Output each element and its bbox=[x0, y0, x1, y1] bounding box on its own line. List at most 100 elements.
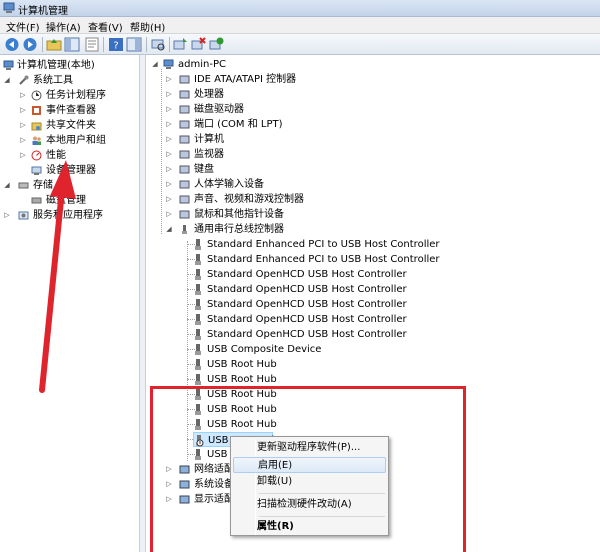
tree-item-performance[interactable]: ▷ 性能 bbox=[19, 148, 139, 163]
hid-icon bbox=[179, 180, 190, 189]
expand-arrow-icon[interactable]: ▷ bbox=[165, 147, 173, 162]
menu-view[interactable]: 查看(V) bbox=[88, 19, 123, 34]
device-category-sound[interactable]: ▷ 声音、视频和游戏控制器 bbox=[165, 192, 365, 207]
forward-icon[interactable] bbox=[22, 37, 38, 52]
expand-arrow-icon[interactable]: ▷ bbox=[19, 133, 27, 148]
device-category-disk-drive[interactable]: ▷ 磁盘驱动器 bbox=[165, 102, 365, 117]
menu-properties[interactable]: 属性(R) bbox=[233, 519, 386, 535]
tree-item-device-manager[interactable]: 设备管理器 bbox=[31, 163, 101, 178]
context-menu-separator bbox=[259, 516, 385, 517]
pane-splitter[interactable] bbox=[140, 55, 146, 552]
usb-device-label: Standard Enhanced PCI to USB Host Contro… bbox=[207, 254, 440, 265]
ide-controller-icon bbox=[179, 75, 190, 84]
navigation-tree: 计算机管理(本地) ◢ 系统工具 ▷ 任务计划程序 ▷ 事件查看器 ▷ 共享文件… bbox=[0, 55, 140, 552]
device-category-computer[interactable]: ▷ 计算机 bbox=[165, 132, 365, 147]
device-root[interactable]: ◢ admin-PC bbox=[151, 57, 271, 72]
usb-device-row[interactable]: USB Root Hub bbox=[193, 372, 413, 387]
usb-device-icon bbox=[195, 284, 201, 295]
usb-device-row[interactable]: Standard OpenHCD USB Host Controller bbox=[193, 312, 413, 327]
back-icon[interactable] bbox=[4, 37, 20, 52]
device-category-label: 键盘 bbox=[194, 164, 214, 175]
usb-device-row[interactable]: Standard Enhanced PCI to USB Host Contro… bbox=[193, 252, 440, 267]
expand-arrow-icon[interactable]: ▷ bbox=[165, 192, 173, 207]
tree-root[interactable]: 计算机管理(本地) bbox=[3, 58, 138, 73]
device-category-ide[interactable]: ▷ IDE ATA/ATAPI 控制器 bbox=[165, 72, 365, 87]
expand-arrow-icon[interactable]: ▷ bbox=[165, 87, 173, 102]
tree-item-local-users[interactable]: ▷ 本地用户和组 bbox=[19, 133, 139, 148]
tree-system-tools[interactable]: ◢ 系统工具 bbox=[3, 73, 138, 88]
usb-device-label: Standard OpenHCD USB Host Controller bbox=[207, 329, 407, 340]
menu-update-driver[interactable]: 更新驱动程序软件(P)... bbox=[233, 440, 386, 456]
update-driver-icon[interactable] bbox=[172, 37, 188, 52]
collapse-arrow-icon[interactable]: ◢ bbox=[3, 178, 11, 193]
menu-enable[interactable]: 启用(E) bbox=[233, 457, 386, 473]
menu-bar: 文件(F) 操作(A) 查看(V) 帮助(H) bbox=[0, 17, 600, 34]
usb-device-label: USB Root Hub bbox=[207, 374, 277, 385]
up-folder-icon[interactable] bbox=[46, 37, 62, 52]
device-category-mouse[interactable]: ▷ 鼠标和其他指针设备 bbox=[165, 207, 365, 222]
usb-device-icon bbox=[195, 344, 201, 355]
usb-device-icon bbox=[195, 239, 201, 250]
usb-device-label: Standard OpenHCD USB Host Controller bbox=[207, 269, 407, 280]
usb-device-row[interactable]: Standard OpenHCD USB Host Controller bbox=[193, 267, 413, 282]
tree-item-shared-folders[interactable]: ▷ 共享文件夹 bbox=[19, 118, 139, 133]
device-category-label: 通用串行总线控制器 bbox=[194, 224, 284, 235]
expand-arrow-icon[interactable]: ▷ bbox=[165, 162, 173, 177]
tree-item-event-viewer[interactable]: ▷ 事件查看器 bbox=[19, 103, 139, 118]
usb-device-row[interactable]: Standard OpenHCD USB Host Controller bbox=[193, 297, 413, 312]
device-category-label: IDE ATA/ATAPI 控制器 bbox=[194, 74, 297, 85]
menu-scan-hardware[interactable]: 扫描检测硬件改动(A) bbox=[233, 497, 386, 513]
scan-hardware-icon[interactable] bbox=[150, 37, 166, 52]
context-menu-separator bbox=[259, 493, 385, 494]
console-icon[interactable] bbox=[126, 37, 142, 52]
collapse-arrow-icon[interactable]: ◢ bbox=[151, 57, 159, 72]
device-category-monitor[interactable]: ▷ 监视器 bbox=[165, 147, 365, 162]
expand-arrow-icon[interactable]: ▷ bbox=[165, 72, 173, 87]
toolbar-separator bbox=[146, 37, 147, 52]
menu-file[interactable]: 文件(F) bbox=[6, 19, 40, 34]
expand-arrow-icon[interactable]: ▷ bbox=[165, 177, 173, 192]
collapse-arrow-icon[interactable]: ◢ bbox=[165, 222, 173, 237]
device-root-label: admin-PC bbox=[178, 59, 226, 70]
menu-uninstall[interactable]: 卸载(U) bbox=[233, 474, 386, 490]
show-tree-icon[interactable] bbox=[64, 37, 80, 52]
usb-device-icon bbox=[195, 374, 201, 385]
help-icon[interactable]: ? bbox=[108, 37, 124, 52]
device-category-keyboard[interactable]: ▷ 键盘 bbox=[165, 162, 365, 177]
device-category-usb[interactable]: ◢ 通用串行总线控制器 bbox=[165, 222, 365, 237]
tree-item-task-scheduler[interactable]: ▷ 任务计划程序 bbox=[19, 88, 139, 103]
uninstall-icon[interactable] bbox=[190, 37, 206, 52]
menu-help[interactable]: 帮助(H) bbox=[130, 19, 165, 34]
expand-arrow-icon[interactable]: ▷ bbox=[3, 208, 11, 223]
usb-device-row[interactable]: USB Composite Device bbox=[193, 342, 413, 357]
expand-arrow-icon[interactable]: ▷ bbox=[165, 207, 173, 222]
expand-arrow-icon[interactable]: ▷ bbox=[19, 88, 27, 103]
expand-arrow-icon[interactable]: ▷ bbox=[19, 148, 27, 163]
mouse-icon bbox=[179, 210, 190, 219]
expand-arrow-icon[interactable]: ▷ bbox=[19, 103, 27, 118]
expand-arrow-icon[interactable]: ▷ bbox=[165, 117, 173, 132]
tree-item-label: 事件查看器 bbox=[46, 105, 96, 116]
usb-device-row[interactable]: Standard OpenHCD USB Host Controller bbox=[193, 327, 413, 342]
keyboard-icon bbox=[179, 165, 190, 174]
usb-device-row[interactable]: Standard Enhanced PCI to USB Host Contro… bbox=[193, 237, 440, 252]
expand-arrow-icon[interactable]: ▷ bbox=[165, 102, 173, 117]
export-list-icon[interactable] bbox=[84, 37, 100, 52]
tree-item-disk-management[interactable]: 磁盘管理 bbox=[31, 193, 131, 208]
enable-icon[interactable] bbox=[208, 37, 224, 52]
device-category-hid[interactable]: ▷ 人体学输入设备 bbox=[165, 177, 365, 192]
usb-device-row[interactable]: USB Root Hub bbox=[193, 357, 413, 372]
menu-action[interactable]: 操作(A) bbox=[46, 19, 81, 34]
usb-device-row[interactable]: Standard OpenHCD USB Host Controller bbox=[193, 282, 413, 297]
event-viewer-icon bbox=[32, 106, 41, 115]
collapse-arrow-icon[interactable]: ◢ bbox=[3, 73, 11, 88]
storage-icon bbox=[18, 182, 29, 189]
computer-management-icon bbox=[3, 2, 15, 13]
device-category-processor[interactable]: ▷ 处理器 bbox=[165, 87, 365, 102]
tree-storage[interactable]: ◢ 存储 bbox=[3, 178, 138, 193]
tree-item-label: 本地用户和组 bbox=[46, 135, 106, 146]
device-category-ports[interactable]: ▷ 端口 (COM 和 LPT) bbox=[165, 117, 365, 132]
tree-services[interactable]: ▷ 服务和应用程序 bbox=[3, 208, 138, 223]
expand-arrow-icon[interactable]: ▷ bbox=[19, 118, 27, 133]
expand-arrow-icon[interactable]: ▷ bbox=[165, 132, 173, 147]
